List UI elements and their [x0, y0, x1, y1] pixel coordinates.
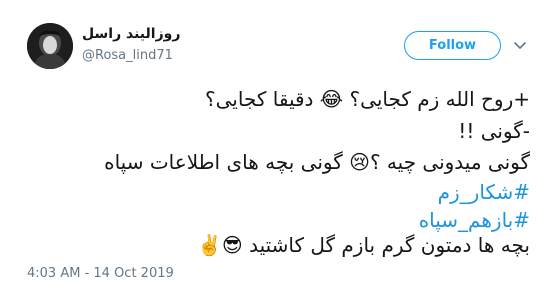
- tweet-timestamp[interactable]: 4:03 AM - 14 Oct 2019: [27, 266, 174, 281]
- tweet-line-4: بچه ها دمتون گرم بازم گل کاشتید 😎✌️: [196, 233, 530, 257]
- tweet-line-3: گونی میدونی چیه ؟😢 گونی بچه های اطلاعات …: [104, 150, 530, 174]
- display-name[interactable]: روزالیند راسل: [82, 26, 180, 42]
- avatar[interactable]: [27, 23, 73, 69]
- tweet-line-1: +روح الله زم کجایی؟ 😂 دقیقا کجایی؟: [205, 87, 530, 111]
- tweet-card: روزالیند راسل @Rosa_lind71 Follow +روح ا…: [0, 0, 557, 297]
- chevron-down-icon[interactable]: [512, 37, 528, 53]
- hashtag-link[interactable]: #شکار_زم: [438, 177, 530, 207]
- tweet-line-2: -گونی !!: [458, 119, 530, 143]
- avatar-portrait-icon: [27, 23, 73, 69]
- user-handle[interactable]: @Rosa_lind71: [82, 48, 173, 63]
- follow-button[interactable]: Follow: [404, 31, 501, 60]
